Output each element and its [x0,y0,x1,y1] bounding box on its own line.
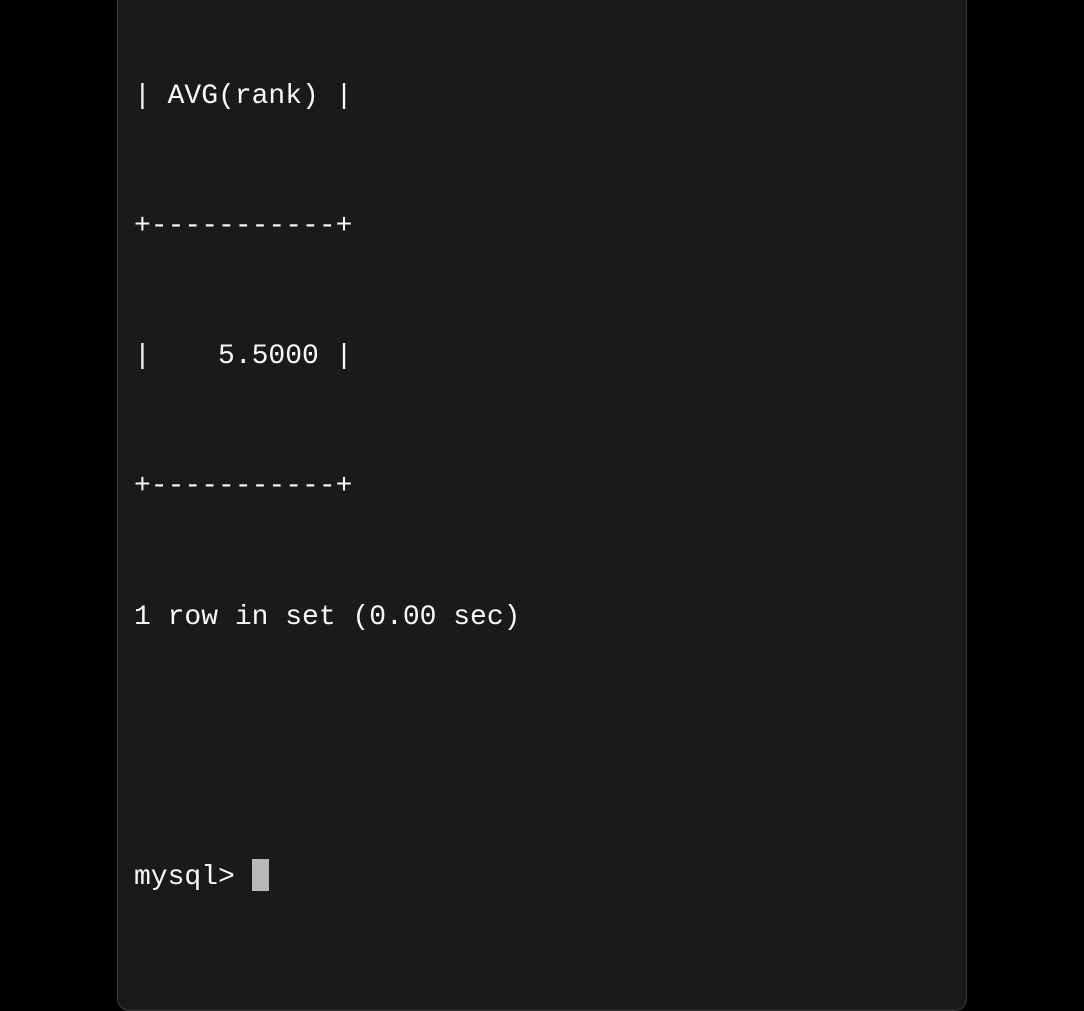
table-border-mid: +-----------+ [134,205,950,248]
table-header: | AVG(rank) | [134,75,950,118]
cursor [252,859,269,891]
table-row: | 5.5000 | [134,335,950,378]
terminal-line-prompt: mysql> [134,856,950,899]
terminal-window: bin — mysql ‹ sudo — 42×9 mysql> SELECT … [117,0,967,1011]
prompt: mysql> [134,862,252,893]
result-summary: 1 row in set (0.00 sec) [134,596,950,639]
blank-line [134,726,950,769]
table-border-bottom: +-----------+ [134,465,950,508]
terminal-body[interactable]: mysql> SELECT AVG(rank) FROM student; +-… [118,0,966,1010]
